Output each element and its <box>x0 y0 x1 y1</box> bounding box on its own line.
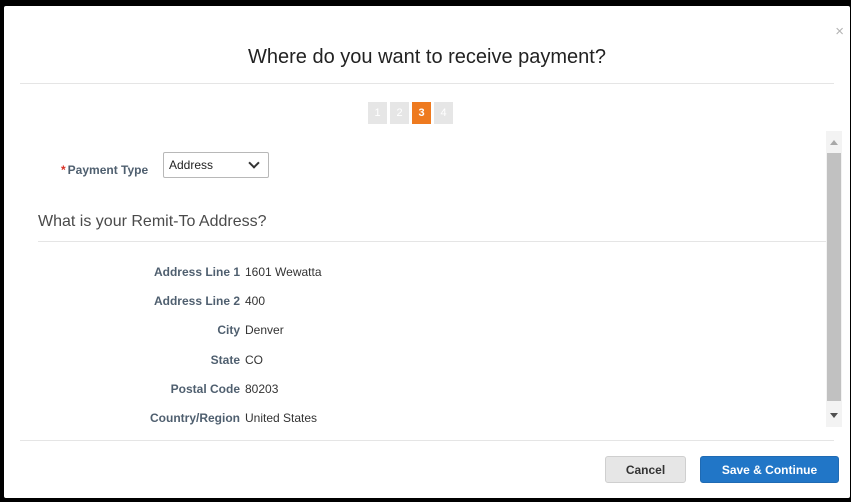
payment-type-label-text: Payment Type <box>67 163 149 177</box>
scroll-down-arrow-icon[interactable] <box>830 413 838 418</box>
state-label: State <box>210 353 240 367</box>
payment-dialog: × Where do you want to receive payment? … <box>4 6 850 498</box>
step-indicator: 1 2 3 4 <box>368 102 453 124</box>
dialog-body: * Payment Type Address What is your Remit… <box>20 129 826 429</box>
address-line-2-label: Address Line 2 <box>153 294 240 308</box>
footer-divider <box>20 440 834 441</box>
scrollbar-thumb[interactable] <box>827 153 841 401</box>
postal-code-value: 80203 <box>245 382 279 396</box>
remit-section-title: What is your Remit-To Address? <box>38 213 267 230</box>
dialog-title: Where do you want to receive payment? <box>248 46 606 68</box>
payment-type-label: * Payment Type <box>61 163 148 177</box>
step-1: 1 <box>368 102 387 124</box>
scroll-up-arrow-icon[interactable] <box>830 140 838 145</box>
country-region-value: United States <box>245 411 318 425</box>
step-2: 2 <box>390 102 409 124</box>
payment-type-selected-value: Address <box>169 158 214 172</box>
vertical-scrollbar[interactable] <box>826 131 842 427</box>
city-value: Denver <box>245 323 284 337</box>
address-line-1-label: Address Line 1 <box>153 265 240 279</box>
section-divider <box>38 241 826 242</box>
payment-type-select[interactable]: Address <box>163 152 269 178</box>
save-continue-button[interactable]: Save & Continue <box>700 456 839 483</box>
address-line-2-value: 400 <box>245 294 266 308</box>
address-line-1-value: 1601 Wewatta <box>245 265 322 279</box>
postal-code-label: Postal Code <box>170 382 240 396</box>
state-value: CO <box>245 353 263 367</box>
step-4: 4 <box>434 102 453 124</box>
country-region-label: Country/Region <box>150 411 240 425</box>
required-marker: * <box>61 163 66 177</box>
step-3-active: 3 <box>412 102 431 124</box>
header-divider <box>20 83 834 84</box>
city-label: City <box>217 323 240 337</box>
close-icon[interactable]: × <box>835 24 844 39</box>
cancel-button[interactable]: Cancel <box>605 456 686 483</box>
chevron-down-icon <box>248 157 260 169</box>
